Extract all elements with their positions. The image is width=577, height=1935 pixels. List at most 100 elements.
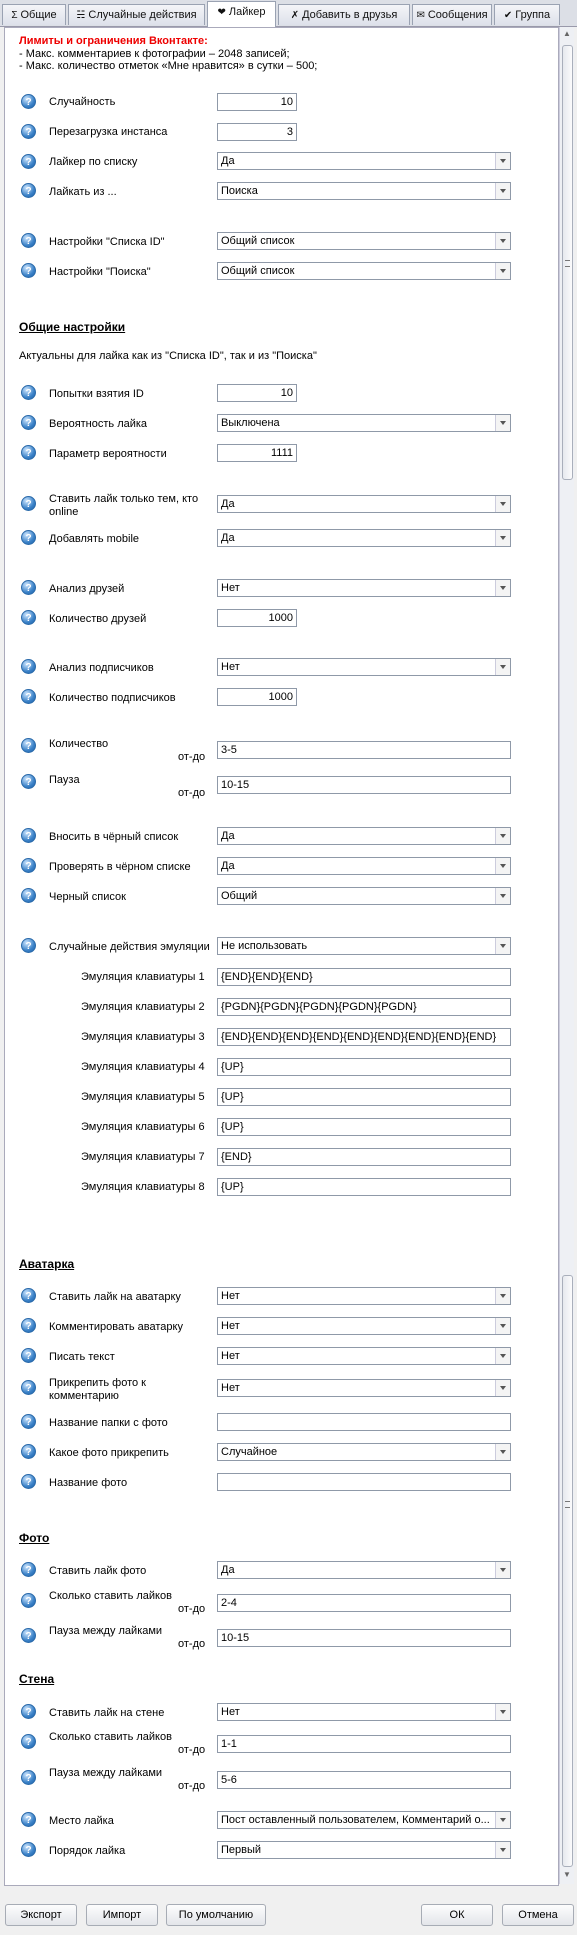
cancel-button[interactable]: Отмена: [502, 1904, 574, 1926]
tab-messages[interactable]: ✉ Сообщения: [412, 4, 492, 25]
help-icon[interactable]: ?: [21, 659, 36, 674]
help-icon[interactable]: ?: [21, 183, 36, 198]
chevron-down-icon[interactable]: [495, 1444, 510, 1460]
attempts-input[interactable]: 10: [217, 384, 297, 402]
chevron-down-icon[interactable]: [495, 1288, 510, 1304]
help-icon[interactable]: ?: [21, 580, 36, 595]
reload-input[interactable]: 3: [217, 123, 297, 141]
default-button[interactable]: По умолчанию: [166, 1904, 266, 1926]
emulation-select[interactable]: Не использовать: [217, 937, 511, 955]
wall-pause-input[interactable]: 5-6: [217, 1771, 511, 1789]
help-icon[interactable]: ?: [21, 530, 36, 545]
help-icon[interactable]: ?: [21, 263, 36, 278]
folder-input[interactable]: [217, 1413, 511, 1431]
help-icon[interactable]: ?: [21, 1593, 36, 1608]
subs-count-input[interactable]: 1000: [217, 688, 297, 706]
help-icon[interactable]: ?: [21, 385, 36, 400]
help-icon[interactable]: ?: [21, 445, 36, 460]
photo-count-input[interactable]: 2-4: [217, 1594, 511, 1612]
help-icon[interactable]: ?: [21, 828, 36, 843]
kbd-input[interactable]: {END}{END}{END}: [217, 968, 511, 986]
photo-pause-input[interactable]: 10-15: [217, 1629, 511, 1647]
kbd-input[interactable]: {PGDN}{PGDN}{PGDN}{PGDN}{PGDN}: [217, 998, 511, 1016]
help-icon[interactable]: ?: [21, 1380, 36, 1395]
kbd-input[interactable]: {UP}: [217, 1058, 511, 1076]
prob-param-input[interactable]: 1111: [217, 444, 297, 462]
probability-select[interactable]: Выключена: [217, 414, 511, 432]
like-place-select[interactable]: Пост оставленный пользователем, Коммента…: [217, 1811, 511, 1829]
chevron-down-icon[interactable]: [495, 1704, 510, 1720]
random-input[interactable]: 10: [217, 93, 297, 111]
chevron-down-icon[interactable]: [495, 1348, 510, 1364]
which-photo-select[interactable]: Случайное: [217, 1443, 511, 1461]
tab-liker[interactable]: ❤ Лайкер: [207, 1, 276, 27]
chevron-down-icon[interactable]: [495, 888, 510, 904]
help-icon[interactable]: ?: [21, 774, 36, 789]
blacklist-check-select[interactable]: Да: [217, 857, 511, 875]
help-icon[interactable]: ?: [21, 154, 36, 169]
help-icon[interactable]: ?: [21, 1414, 36, 1429]
online-only-select[interactable]: Да: [217, 495, 511, 513]
help-icon[interactable]: ?: [21, 496, 36, 511]
chevron-down-icon[interactable]: [495, 1812, 510, 1828]
friends-count-input[interactable]: 1000: [217, 609, 297, 627]
write-text-select[interactable]: Нет: [217, 1347, 511, 1365]
help-icon[interactable]: ?: [21, 1704, 36, 1719]
blacklist-select[interactable]: Общий: [217, 887, 511, 905]
chevron-down-icon[interactable]: [495, 153, 510, 169]
avatar-comment-select[interactable]: Нет: [217, 1317, 511, 1335]
kbd-input[interactable]: {END}: [217, 1148, 511, 1166]
scroll-down-icon[interactable]: ▼: [563, 1870, 571, 1879]
chevron-down-icon[interactable]: [495, 1842, 510, 1858]
scroll-up-icon[interactable]: ▲: [563, 29, 571, 38]
import-button[interactable]: Импорт: [86, 1904, 158, 1926]
kbd-input[interactable]: {END}{END}{END}{END}{END}{END}{END}{END}…: [217, 1028, 511, 1046]
ok-button[interactable]: ОК: [421, 1904, 493, 1926]
chevron-down-icon[interactable]: [495, 530, 510, 546]
help-icon[interactable]: ?: [21, 610, 36, 625]
kbd-input[interactable]: {UP}: [217, 1088, 511, 1106]
chevron-down-icon[interactable]: [495, 828, 510, 844]
tab-group[interactable]: ✔ Группа: [494, 4, 560, 25]
friends-analysis-select[interactable]: Нет: [217, 579, 511, 597]
photo-name-input[interactable]: [217, 1473, 511, 1491]
help-icon[interactable]: ?: [21, 1842, 36, 1857]
attach-select[interactable]: Нет: [217, 1379, 511, 1397]
liker-list-select[interactable]: Да: [217, 152, 511, 170]
help-icon[interactable]: ?: [21, 1628, 36, 1643]
export-button[interactable]: Экспорт: [5, 1904, 77, 1926]
help-icon[interactable]: ?: [21, 858, 36, 873]
help-icon[interactable]: ?: [21, 1562, 36, 1577]
scroll-thumb-bottom[interactable]: [562, 1275, 573, 1867]
help-icon[interactable]: ?: [21, 689, 36, 704]
help-icon[interactable]: ?: [21, 124, 36, 139]
chevron-down-icon[interactable]: [495, 1318, 510, 1334]
chevron-down-icon[interactable]: [495, 415, 510, 431]
help-icon[interactable]: ?: [21, 1812, 36, 1827]
like-order-select[interactable]: Первый: [217, 1841, 511, 1859]
scroll-thumb-top[interactable]: [562, 45, 573, 480]
chevron-down-icon[interactable]: [495, 1380, 510, 1396]
photo-like-select[interactable]: Да: [217, 1561, 511, 1579]
pause-input[interactable]: 10-15: [217, 776, 511, 794]
quantity-input[interactable]: 3-5: [217, 741, 511, 759]
help-icon[interactable]: ?: [21, 1474, 36, 1489]
chevron-down-icon[interactable]: [495, 858, 510, 874]
settings-id-select[interactable]: Общий список: [217, 232, 511, 250]
add-mobile-select[interactable]: Да: [217, 529, 511, 547]
chevron-down-icon[interactable]: [495, 263, 510, 279]
help-icon[interactable]: ?: [21, 1288, 36, 1303]
kbd-input[interactable]: {UP}: [217, 1178, 511, 1196]
help-icon[interactable]: ?: [21, 1770, 36, 1785]
help-icon[interactable]: ?: [21, 738, 36, 753]
wall-like-select[interactable]: Нет: [217, 1703, 511, 1721]
avatar-like-select[interactable]: Нет: [217, 1287, 511, 1305]
wall-count-input[interactable]: 1-1: [217, 1735, 511, 1753]
help-icon[interactable]: ?: [21, 233, 36, 248]
blacklist-add-select[interactable]: Да: [217, 827, 511, 845]
help-icon[interactable]: ?: [21, 1444, 36, 1459]
chevron-down-icon[interactable]: [495, 496, 510, 512]
tab-add-friends[interactable]: ✗ Добавить в друзья: [278, 4, 410, 25]
subs-analysis-select[interactable]: Нет: [217, 658, 511, 676]
settings-search-select[interactable]: Общий список: [217, 262, 511, 280]
